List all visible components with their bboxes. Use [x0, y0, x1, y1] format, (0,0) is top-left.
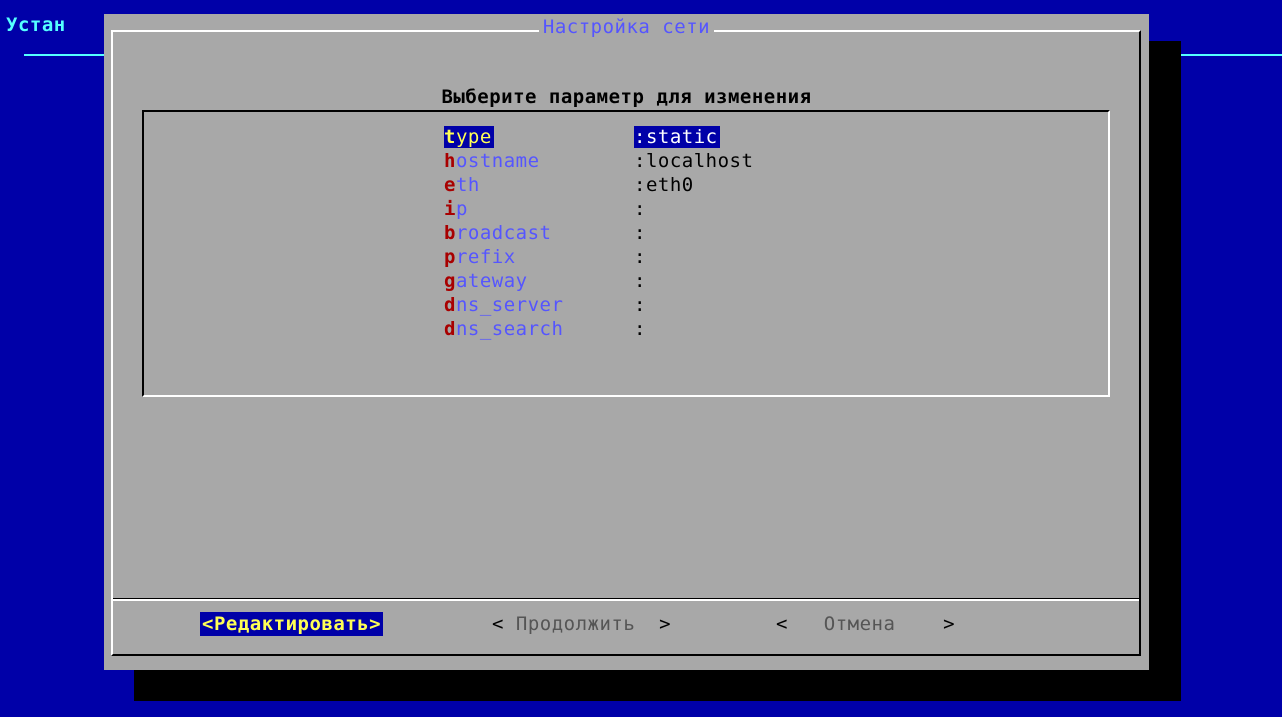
menu-key-label: ype — [455, 126, 492, 148]
menu-value: : — [634, 198, 646, 220]
menu-item-type[interactable]: type :static — [444, 126, 720, 150]
menu-key-label: ns_search — [455, 318, 564, 340]
dialog-title: Настройка сети — [538, 16, 715, 38]
menu-key-label: p — [455, 198, 468, 220]
menu-key-label: th — [455, 174, 480, 196]
menu-value: : — [634, 318, 646, 340]
menu-hotkey: p — [444, 246, 456, 268]
menu-value: : — [634, 222, 646, 244]
menu-value: : — [634, 270, 646, 292]
menu-hotkey: g — [444, 270, 456, 292]
menu-hotkey: e — [444, 174, 456, 196]
parameter-menu: type :static hostname :localhost eth :et… — [142, 110, 1110, 397]
menu-key-label: refix — [455, 246, 516, 268]
cancel-button-label: Отмена — [823, 613, 896, 635]
menu-item-dns-server[interactable]: dns_server : — [444, 294, 645, 318]
menu-hotkey: t — [444, 126, 456, 148]
menu-item-ip[interactable]: ip : — [444, 198, 645, 222]
menu-hotkey: d — [444, 318, 456, 340]
menu-list: type :static hostname :localhost eth :et… — [444, 126, 753, 342]
menu-item-eth[interactable]: eth :eth0 — [444, 174, 693, 198]
menu-value: : — [634, 294, 646, 316]
cancel-button[interactable]: < Отмена > — [776, 612, 955, 636]
menu-item-dns-search[interactable]: dns_search : — [444, 318, 645, 342]
edit-button[interactable]: <Редактировать> — [200, 612, 384, 636]
menu-value: :localhost — [634, 150, 754, 172]
menu-value: :eth0 — [634, 174, 694, 196]
backtitle: Устан — [6, 14, 66, 36]
menu-value: :static — [634, 126, 720, 148]
menu-key-label: ateway — [455, 270, 528, 292]
menu-key-label: roadcast — [455, 222, 552, 244]
continue-button-label: Продолжить — [515, 613, 636, 635]
network-settings-dialog: Настройка сети Выберите параметр для изм… — [104, 14, 1149, 670]
button-bar: <Редактировать> < Продолжить > < Отмена … — [104, 612, 1149, 638]
menu-hotkey: i — [444, 198, 456, 220]
button-separator — [113, 598, 1139, 601]
menu-hotkey: b — [444, 222, 456, 244]
menu-hotkey: h — [444, 150, 456, 172]
menu-item-broadcast[interactable]: broadcast : — [444, 222, 645, 246]
menu-key-label: ostname — [455, 150, 540, 172]
continue-button[interactable]: < Продолжить > — [492, 612, 671, 636]
menu-item-gateway[interactable]: gateway : — [444, 270, 645, 294]
menu-key-label: ns_server — [455, 294, 564, 316]
menu-item-hostname[interactable]: hostname :localhost — [444, 150, 753, 174]
menu-item-prefix[interactable]: prefix : — [444, 246, 645, 270]
installer-screen: Устан Настройка сети Выберите параметр д… — [0, 0, 1282, 717]
menu-value: : — [634, 246, 646, 268]
menu-hotkey: d — [444, 294, 456, 316]
dialog-prompt: Выберите параметр для изменения — [441, 86, 812, 108]
